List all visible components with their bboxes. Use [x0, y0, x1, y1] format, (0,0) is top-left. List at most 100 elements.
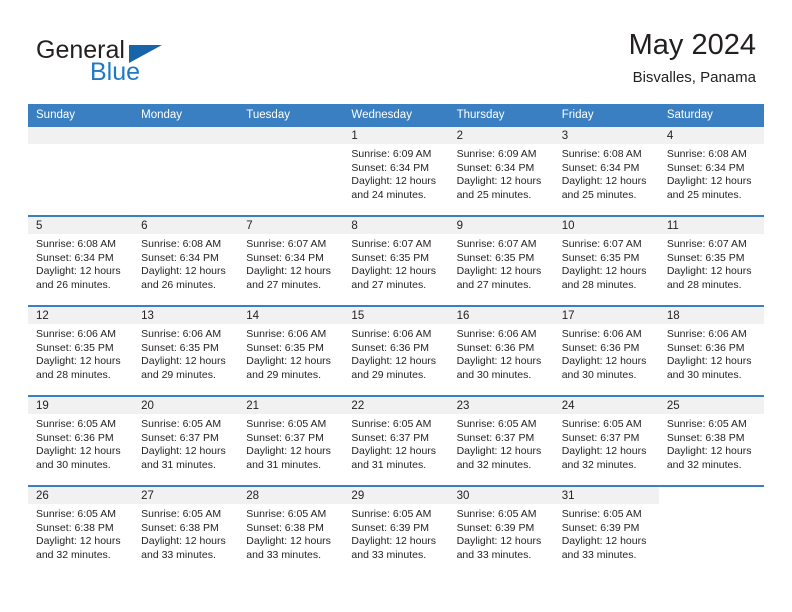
sunset-text: Sunset: 6:34 PM: [141, 251, 219, 264]
sunrise-text: Sunrise: 6:08 AM: [666, 148, 747, 160]
day-number: 30: [448, 487, 554, 504]
calendar-day-cell[interactable]: 22 Sunrise: 6:05 AM Sunset: 6:37 PM Dayligh…: [343, 395, 449, 486]
calendar-day-cell[interactable]: 3 Sunrise: 6:08 AM Sunset: 6:34 PM Daylight…: [553, 127, 659, 216]
day-details: Sunrise: 6:07 AM Sunset: 6:35 PM Daylight:…: [554, 234, 659, 292]
daylight-text-line1: Daylight: 12 hours: [141, 535, 226, 548]
sunset-text: Sunset: 6:35 PM: [36, 341, 114, 354]
day-number: 7: [238, 217, 344, 234]
day-cell-inner: 18 Sunrise: 6:06 AM Sunset: 6:36 PM Dayligh…: [658, 307, 764, 395]
calendar-day-cell[interactable]: 24 Sunrise: 6:05 AM Sunset: 6:37 PM Dayligh…: [553, 395, 659, 486]
calendar-day-cell[interactable]: 28 Sunrise: 6:05 AM Sunset: 6:38 PM Dayligh…: [238, 485, 344, 575]
logo-text-blue: Blue: [90, 58, 141, 86]
daylight-text-line1: Daylight: 12 hours: [141, 265, 226, 278]
day-details: Sunrise: 6:08 AM Sunset: 6:34 PM Daylight:…: [133, 234, 238, 292]
daylight-text-line2: and 32 minutes.: [561, 458, 637, 471]
sunset-text: Sunset: 6:37 PM: [561, 431, 640, 444]
day-number: 2: [448, 127, 554, 144]
calendar-body: 1 Sunrise: 6:09 AM Sunset: 6:34 PM Daylight…: [28, 127, 764, 575]
daylight-text-line2: and 30 minutes.: [456, 368, 532, 381]
daylight-text-line1: Daylight: 12 hours: [456, 445, 542, 458]
sunset-text: Sunset: 6:38 PM: [141, 521, 219, 534]
day-number: 3: [553, 127, 659, 144]
day-cell-inner: 15 Sunrise: 6:06 AM Sunset: 6:36 PM Dayligh…: [343, 307, 449, 395]
sunset-text: Sunset: 6:34 PM: [246, 251, 324, 264]
day-number: 29: [343, 487, 449, 504]
sunset-text: Sunset: 6:34 PM: [456, 161, 535, 174]
sunrise-text: Sunrise: 6:05 AM: [561, 508, 642, 520]
calendar-day-cell[interactable]: 5 Sunrise: 6:08 AM Sunset: 6:34 PM Daylight…: [28, 215, 134, 306]
sunset-text: Sunset: 6:35 PM: [561, 251, 640, 264]
calendar-day-cell[interactable]: 11 Sunrise: 6:07 AM Sunset: 6:35 PM Dayligh…: [658, 215, 764, 306]
daylight-text-line2: and 31 minutes.: [351, 458, 427, 471]
calendar-day-cell[interactable]: 26 Sunrise: 6:05 AM Sunset: 6:38 PM Dayligh…: [28, 485, 134, 575]
calendar-day-cell[interactable]: 29 Sunrise: 6:05 AM Sunset: 6:39 PM Dayligh…: [343, 485, 449, 575]
daylight-text-line2: and 24 minutes.: [351, 188, 427, 201]
weekday-header-tuesday: Tuesday: [238, 104, 344, 127]
daylight-text-line1: Daylight: 12 hours: [246, 265, 331, 278]
day-cell-inner: 3 Sunrise: 6:08 AM Sunset: 6:34 PM Daylight…: [553, 127, 659, 215]
day-number: 27: [133, 487, 239, 504]
sunrise-text: Sunrise: 6:05 AM: [141, 508, 222, 520]
day-cell-inner: 19 Sunrise: 6:05 AM Sunset: 6:36 PM Dayligh…: [28, 397, 134, 485]
sunset-text: Sunset: 6:39 PM: [456, 521, 535, 534]
sunset-text: Sunset: 6:37 PM: [351, 431, 430, 444]
sunset-text: Sunset: 6:39 PM: [351, 521, 430, 534]
calendar-day-cell[interactable]: 16 Sunrise: 6:06 AM Sunset: 6:36 PM Dayligh…: [448, 305, 554, 396]
calendar-day-cell[interactable]: 30 Sunrise: 6:05 AM Sunset: 6:39 PM Dayligh…: [448, 485, 554, 575]
daylight-text-line2: and 26 minutes.: [36, 278, 111, 291]
day-cell-inner: 5 Sunrise: 6:08 AM Sunset: 6:34 PM Daylight…: [28, 217, 134, 305]
sunrise-text: Sunrise: 6:06 AM: [36, 328, 116, 340]
calendar-day-cell[interactable]: 10 Sunrise: 6:07 AM Sunset: 6:35 PM Dayligh…: [553, 215, 659, 306]
daylight-text-line1: Daylight: 12 hours: [351, 265, 437, 278]
calendar-day-cell[interactable]: 17 Sunrise: 6:06 AM Sunset: 6:36 PM Dayligh…: [553, 305, 659, 396]
daylight-text-line1: Daylight: 12 hours: [561, 535, 647, 548]
daylight-text-line2: and 27 minutes.: [351, 278, 427, 291]
calendar-day-cell[interactable]: 9 Sunrise: 6:07 AM Sunset: 6:35 PM Daylight…: [448, 215, 554, 306]
daylight-text-line1: Daylight: 12 hours: [351, 175, 437, 188]
day-number: 31: [553, 487, 659, 504]
day-number: 20: [133, 397, 239, 414]
daylight-text-line1: Daylight: 12 hours: [351, 445, 437, 458]
calendar-day-cell: [658, 485, 764, 575]
day-number: [133, 127, 239, 144]
calendar-day-cell[interactable]: 31 Sunrise: 6:05 AM Sunset: 6:39 PM Dayligh…: [553, 485, 659, 575]
day-cell-inner: 9 Sunrise: 6:07 AM Sunset: 6:35 PM Daylight…: [448, 217, 554, 305]
sunset-text: Sunset: 6:36 PM: [351, 341, 430, 354]
day-details: Sunrise: 6:08 AM Sunset: 6:34 PM Daylight:…: [659, 144, 764, 202]
calendar-day-cell[interactable]: 8 Sunrise: 6:07 AM Sunset: 6:35 PM Daylight…: [343, 215, 449, 306]
day-details: Sunrise: 6:05 AM Sunset: 6:39 PM Daylight:…: [449, 504, 554, 562]
calendar-day-cell[interactable]: 14 Sunrise: 6:06 AM Sunset: 6:35 PM Dayligh…: [238, 305, 344, 396]
calendar-day-cell[interactable]: 23 Sunrise: 6:05 AM Sunset: 6:37 PM Dayligh…: [448, 395, 554, 486]
day-number: 11: [658, 217, 764, 234]
day-details: Sunrise: 6:05 AM Sunset: 6:37 PM Daylight:…: [133, 414, 238, 472]
calendar-day-cell[interactable]: 21 Sunrise: 6:05 AM Sunset: 6:37 PM Dayligh…: [238, 395, 344, 486]
calendar-day-cell[interactable]: 2 Sunrise: 6:09 AM Sunset: 6:34 PM Daylight…: [448, 127, 554, 216]
calendar-week-row: 1 Sunrise: 6:09 AM Sunset: 6:34 PM Daylight…: [28, 127, 764, 216]
calendar-day-cell[interactable]: 12 Sunrise: 6:06 AM Sunset: 6:35 PM Dayligh…: [28, 305, 134, 396]
general-blue-logo[interactable]: General Blue: [36, 36, 236, 92]
calendar-day-cell[interactable]: 6 Sunrise: 6:08 AM Sunset: 6:34 PM Daylight…: [133, 215, 239, 306]
page-title: May 2024: [628, 29, 756, 61]
calendar-day-cell[interactable]: 7 Sunrise: 6:07 AM Sunset: 6:34 PM Daylight…: [238, 215, 344, 306]
calendar-day-cell[interactable]: 19 Sunrise: 6:05 AM Sunset: 6:36 PM Dayligh…: [28, 395, 134, 486]
calendar-day-cell[interactable]: 20 Sunrise: 6:05 AM Sunset: 6:37 PM Dayligh…: [133, 395, 239, 486]
daylight-text-line1: Daylight: 12 hours: [36, 535, 121, 548]
day-cell-inner: 14 Sunrise: 6:06 AM Sunset: 6:35 PM Dayligh…: [238, 307, 344, 395]
daylight-text-line2: and 30 minutes.: [666, 368, 742, 381]
daylight-text-line1: Daylight: 12 hours: [666, 175, 752, 188]
calendar-day-cell[interactable]: 25 Sunrise: 6:05 AM Sunset: 6:38 PM Dayligh…: [658, 395, 764, 486]
day-number: 22: [343, 397, 449, 414]
daylight-text-line1: Daylight: 12 hours: [36, 445, 121, 458]
calendar-day-cell[interactable]: 15 Sunrise: 6:06 AM Sunset: 6:36 PM Dayligh…: [343, 305, 449, 396]
calendar-day-cell[interactable]: 27 Sunrise: 6:05 AM Sunset: 6:38 PM Dayligh…: [133, 485, 239, 575]
day-number: 25: [658, 397, 764, 414]
calendar-day-cell[interactable]: 18 Sunrise: 6:06 AM Sunset: 6:36 PM Dayligh…: [658, 305, 764, 396]
calendar-day-cell[interactable]: 13 Sunrise: 6:06 AM Sunset: 6:35 PM Dayligh…: [133, 305, 239, 396]
sunrise-text: Sunrise: 6:09 AM: [351, 148, 432, 160]
sunset-text: Sunset: 6:36 PM: [561, 341, 640, 354]
day-number: [238, 127, 344, 144]
sunrise-text: Sunrise: 6:07 AM: [456, 238, 537, 250]
calendar-day-cell[interactable]: 1 Sunrise: 6:09 AM Sunset: 6:34 PM Daylight…: [343, 127, 449, 216]
daylight-text-line2: and 30 minutes.: [36, 458, 111, 471]
calendar-day-cell[interactable]: 4 Sunrise: 6:08 AM Sunset: 6:34 PM Daylight…: [658, 127, 764, 216]
